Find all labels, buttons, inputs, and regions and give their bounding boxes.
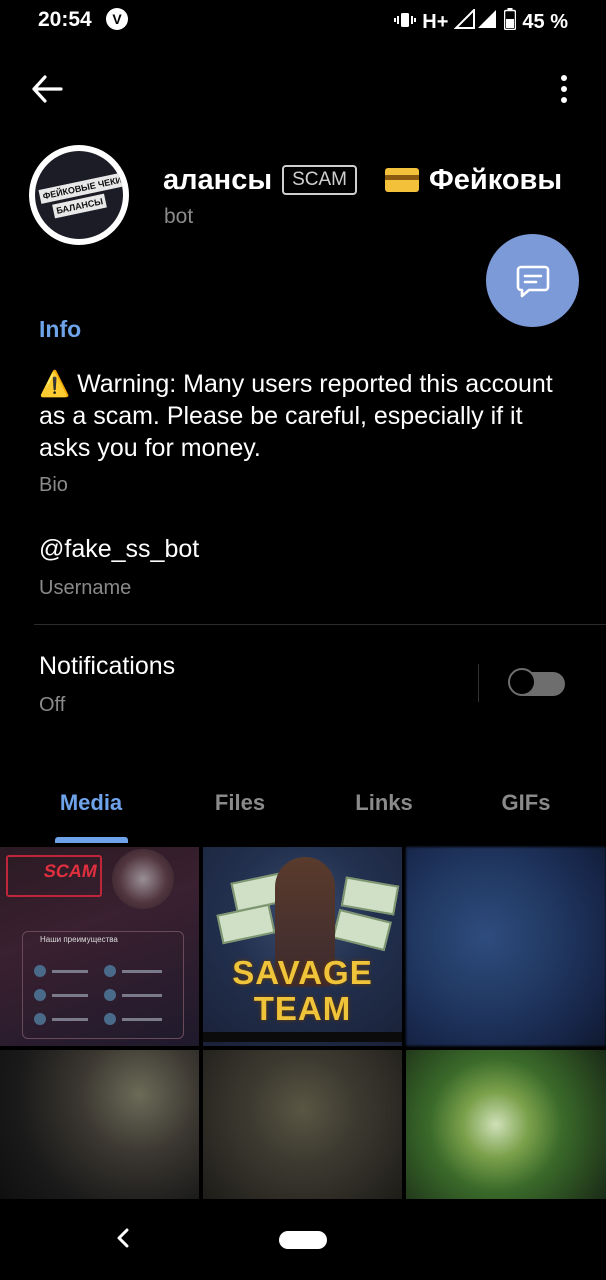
- system-nav-bar: [0, 1200, 606, 1280]
- profile-name-row: алансы SCAM Фейковы: [163, 160, 606, 200]
- arrow-left-icon: [32, 75, 63, 103]
- bio-label: Bio: [39, 474, 68, 496]
- username-label: Username: [39, 577, 132, 599]
- signal-icon: [453, 7, 498, 35]
- thumb-panel-title: Наши преимущества: [40, 935, 118, 944]
- status-icons: H+ 45 %: [394, 7, 568, 36]
- profile-subtitle: bot: [164, 205, 194, 228]
- toggle-knob: [508, 668, 536, 696]
- home-pill-icon[interactable]: [279, 1231, 327, 1249]
- battery-icon: [504, 8, 517, 36]
- media-thumbnail[interactable]: [406, 1050, 606, 1199]
- nav-back-icon: [117, 1228, 129, 1248]
- profile-name-secondary: Фейковы: [429, 163, 563, 196]
- media-thumbnail[interactable]: [203, 1050, 402, 1199]
- notifications-title[interactable]: Notifications: [39, 652, 175, 681]
- more-vertical-icon: [561, 75, 567, 81]
- vertical-divider: [478, 664, 479, 702]
- message-icon: [516, 265, 549, 297]
- notifications-status: Off: [39, 694, 66, 716]
- vibrate-icon: [394, 11, 417, 34]
- thumb-title-line2: TEAM: [253, 990, 352, 1027]
- media-grid: SCAM Наши преимущества SAVAGE TEAM: [0, 847, 606, 1199]
- media-thumbnail[interactable]: SAVAGE TEAM: [203, 847, 402, 1046]
- media-thumbnail[interactable]: [0, 1050, 199, 1199]
- avatar[interactable]: ФЕЙКОВЫЕ ЧЕКИ БАЛАНСЫ: [29, 145, 129, 245]
- top-bar: [0, 50, 606, 130]
- battery-level: 45 %: [522, 10, 568, 33]
- tab-media[interactable]: Media: [21, 790, 161, 816]
- info-section-title: Info: [39, 316, 82, 342]
- skull-image: [112, 849, 174, 909]
- tab-links[interactable]: Links: [314, 790, 454, 816]
- tab-files[interactable]: Files: [170, 790, 310, 816]
- back-button[interactable]: [22, 64, 72, 114]
- thumb-title-line1: SAVAGE: [232, 954, 373, 991]
- bio-text[interactable]: ⚠️ Warning: Many users reported this acc…: [39, 368, 579, 464]
- media-tabs: Media Files Links GIFs: [0, 780, 606, 844]
- nav-back-button[interactable]: [108, 1218, 138, 1258]
- credit-card-icon: [385, 168, 419, 192]
- notifications-toggle[interactable]: [508, 668, 565, 696]
- tab-indicator: [55, 837, 128, 843]
- divider: [34, 624, 606, 625]
- status-bar: 20:54 V H+ 45 %: [0, 0, 606, 44]
- media-thumbnail[interactable]: SCAM Наши преимущества: [0, 847, 199, 1046]
- profile-name: алансы: [163, 163, 273, 196]
- tab-gifs[interactable]: GIFs: [456, 790, 596, 816]
- more-menu-button[interactable]: [544, 64, 584, 114]
- status-time: 20:54: [38, 8, 92, 31]
- scam-badge: SCAM: [282, 165, 357, 195]
- send-message-button[interactable]: [486, 234, 579, 327]
- media-thumbnail[interactable]: [406, 847, 606, 1046]
- vpn-icon: V: [106, 8, 128, 30]
- thumb-scam-text: SCAM: [42, 861, 99, 881]
- network-type: H+: [422, 10, 449, 33]
- username-text[interactable]: @fake_ss_bot: [39, 535, 199, 564]
